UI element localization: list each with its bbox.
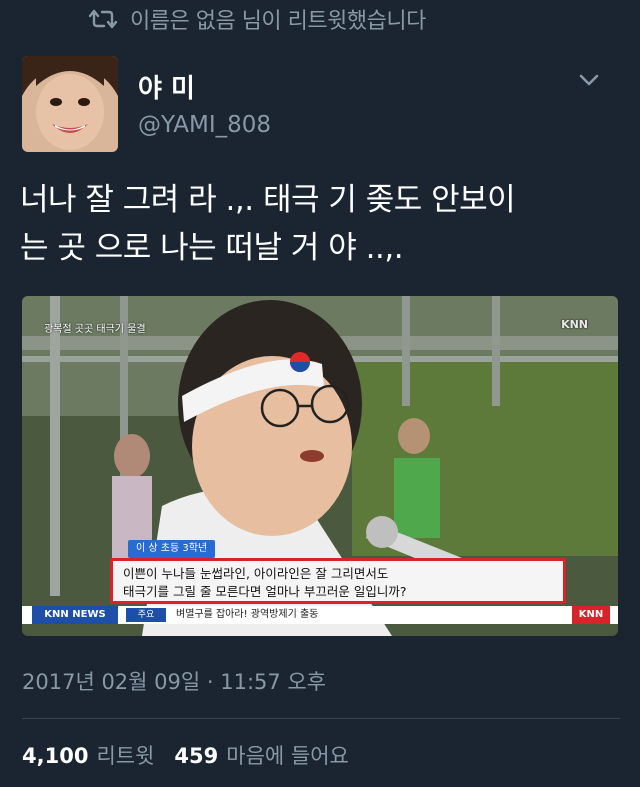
like-count[interactable]: 459 — [174, 744, 218, 768]
chevron-down-icon[interactable] — [576, 70, 602, 90]
ticker-logo: KNN — [572, 606, 610, 624]
divider — [22, 718, 620, 719]
avatar[interactable] — [22, 56, 118, 152]
ticker-tag: 주요 — [126, 608, 166, 622]
ticker-text: 벼멸구를 잡아라! 광역방제기 출동 — [176, 609, 319, 620]
avatar-photo — [22, 56, 118, 152]
tweet-text: 너나 잘 그려 라 .,. 태극 기 좆도 안보이 는 곳 으로 나는 떠날 거… — [20, 176, 620, 272]
retweet-count[interactable]: 4,100 — [22, 744, 88, 768]
retweet-context-text[interactable]: 이름은 없음 님이 리트윗했습니다 — [130, 3, 426, 35]
tweet-timestamp: 2017년 02월 09일 · 11:57 오후 — [22, 670, 327, 694]
retweet-context: 이름은 없음 님이 리트윗했습니다 — [88, 4, 426, 34]
broadcast-caption: 광복절 곳곳 태극기 물결 — [44, 324, 146, 335]
broadcast-logo: KNN — [561, 318, 588, 331]
like-label[interactable]: 마음에 들어요 — [226, 740, 349, 770]
ticker-brand: KNN NEWS — [32, 606, 118, 624]
speaker-name-tag: 이 상 초등 3학년 — [128, 540, 216, 558]
speaker-quote: 이쁜이 누나들 눈썹라인, 아이라인은 잘 그리면서도 태극기를 그릴 줄 모른… — [110, 558, 566, 604]
tweet-stats: 4,100 리트윗 459 마음에 들어요 — [22, 740, 349, 770]
author-display-name[interactable]: 야 미 — [138, 68, 195, 105]
retweet-icon — [88, 9, 118, 29]
quote-line: 이쁜이 누나들 눈썹라인, 아이라인은 잘 그리면서도 — [123, 566, 389, 581]
quote-line: 태극기를 그릴 줄 모른다면 얼마나 부끄러운 일입니까? — [123, 584, 407, 599]
tweet-line: 너나 잘 그려 라 .,. 태극 기 좆도 안보이 — [20, 182, 516, 218]
retweet-label[interactable]: 리트윗 — [96, 740, 154, 770]
author-handle[interactable]: @YAMI_808 — [138, 112, 271, 138]
tweet-line: 는 곳 으로 나는 떠날 거 야 ..,. — [20, 230, 404, 266]
news-ticker: KNN NEWS 주요 벼멸구를 잡아라! 광역방제기 출동 KNN — [22, 606, 618, 624]
tweet-media[interactable]: 광복절 곳곳 태극기 물결 KNN 이 상 초등 3학년 이쁜이 누나들 눈썹라… — [22, 296, 618, 636]
